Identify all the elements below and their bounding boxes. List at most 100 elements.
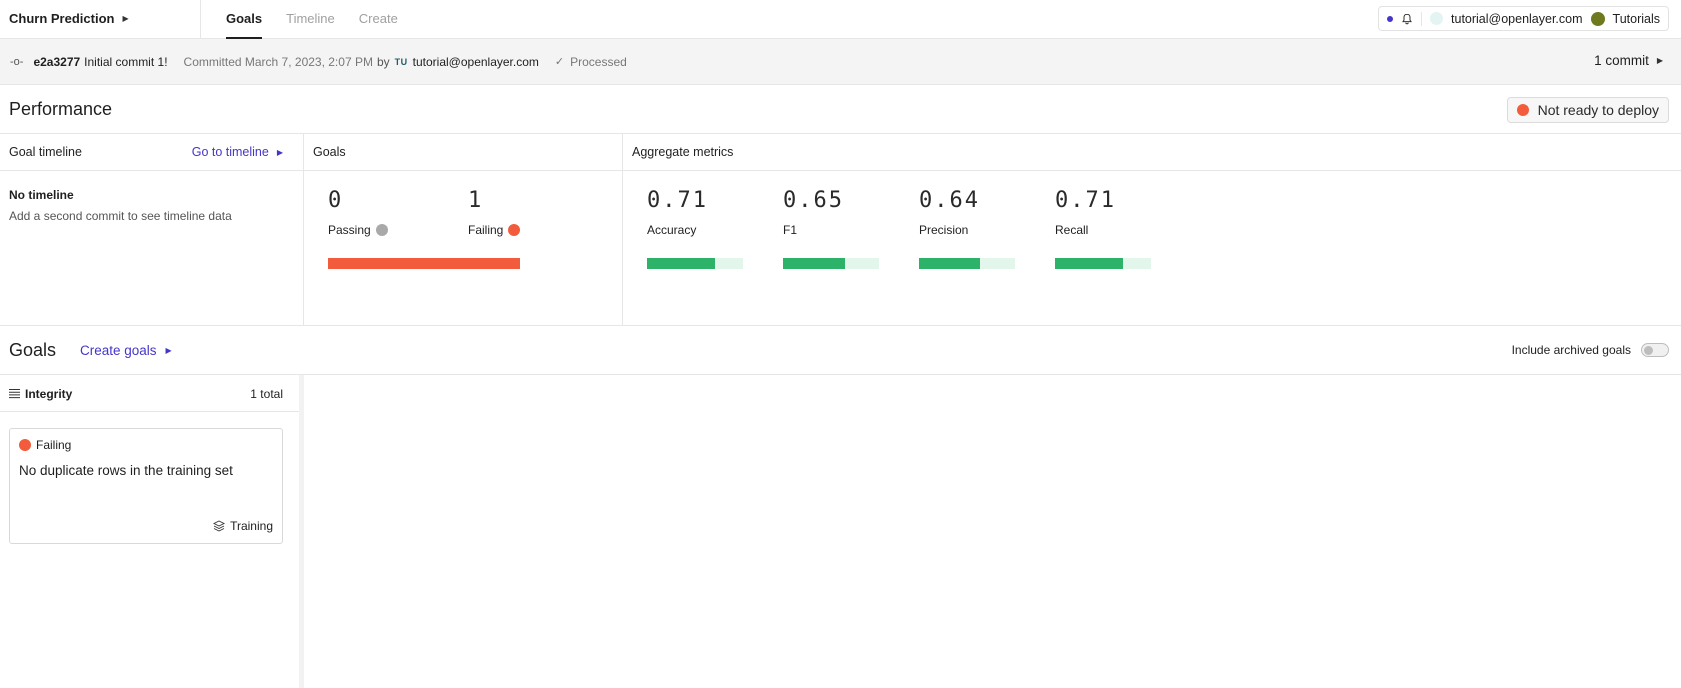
goal-dataset-tag: Training bbox=[213, 519, 273, 533]
commit-message: Initial commit 1! bbox=[84, 54, 168, 69]
tab-goals[interactable]: Goals bbox=[226, 0, 263, 39]
passing-dot-icon bbox=[375, 224, 388, 236]
passing-count: 0 bbox=[328, 188, 343, 213]
failing-stat: 1 Failing bbox=[468, 188, 521, 237]
commit-status: Processed bbox=[570, 54, 627, 69]
metric-bar-fill bbox=[783, 258, 846, 269]
list-icon bbox=[9, 389, 20, 399]
panel-header: Goals bbox=[304, 134, 622, 171]
category-total: 1 total bbox=[250, 387, 283, 401]
go-to-timeline-link[interactable]: Go to timeline ▶ bbox=[192, 145, 283, 159]
project-selector[interactable]: Churn Prediction ▶ bbox=[9, 11, 129, 26]
metric-label: F1 bbox=[783, 223, 798, 237]
passing-label: Passing bbox=[328, 223, 371, 237]
goals-section-header: Goals Create goals ▶ Include archived go… bbox=[0, 325, 1681, 375]
tab-bar: Goals Timeline Create bbox=[226, 0, 398, 39]
user-avatar bbox=[1430, 12, 1444, 25]
deploy-status-badge: Not ready to deploy bbox=[1506, 97, 1669, 123]
empty-state-title: No timeline bbox=[9, 188, 74, 202]
divider bbox=[1421, 11, 1423, 26]
commit-date: Committed March 7, 2023, 2:07 PM bbox=[183, 54, 373, 69]
performance-header: Performance Not ready to deploy bbox=[0, 85, 1681, 134]
aggregate-metrics-title: Aggregate metrics bbox=[632, 145, 734, 159]
caret-right-icon: ▶ bbox=[165, 346, 172, 355]
goal-status-label: Failing bbox=[36, 438, 72, 452]
archived-goals-toggle[interactable] bbox=[1641, 343, 1669, 357]
workspace-name[interactable]: Tutorials bbox=[1613, 12, 1660, 26]
archived-goals-label: Include archived goals bbox=[1511, 343, 1631, 357]
failing-label: Failing bbox=[468, 223, 504, 237]
failing-count: 1 bbox=[468, 188, 483, 213]
performance-title: Performance bbox=[9, 99, 113, 119]
create-goals-label: Create goals bbox=[80, 343, 157, 358]
goal-status: Failing bbox=[19, 438, 71, 452]
commit-author: tutorial@openlayer.com bbox=[412, 54, 539, 69]
notification-dot-icon bbox=[1387, 15, 1394, 22]
archived-goals-toggle-group: Include archived goals bbox=[1512, 343, 1669, 357]
aggregate-metrics-panel: Aggregate metrics 0.71 Accuracy 0.65 F1 … bbox=[623, 134, 1681, 325]
metric-bar bbox=[919, 258, 1015, 269]
metric-label: Accuracy bbox=[647, 223, 697, 237]
commit-hash[interactable]: e2a3277 bbox=[33, 55, 80, 69]
user-email[interactable]: tutorial@openlayer.com bbox=[1451, 12, 1583, 26]
metric-value: 0.71 bbox=[1055, 188, 1116, 213]
layers-icon bbox=[213, 520, 226, 532]
create-goals-link[interactable]: Create goals ▶ bbox=[80, 343, 172, 358]
metric-bar bbox=[647, 258, 743, 269]
commit-count-button[interactable]: 1 commit ▶ bbox=[1594, 53, 1663, 68]
project-name: Churn Prediction bbox=[9, 11, 115, 26]
metric-f1: 0.65 F1 bbox=[783, 188, 844, 237]
metric-bar bbox=[783, 258, 879, 269]
check-icon: ✓ bbox=[554, 56, 565, 68]
status-dot-icon bbox=[1516, 104, 1529, 116]
failing-dot-icon bbox=[508, 224, 521, 236]
top-nav: Churn Prediction ▶ Goals Timeline Create… bbox=[0, 0, 1681, 39]
commit-icon: -o- bbox=[10, 55, 24, 68]
goal-dataset-label: Training bbox=[230, 519, 273, 533]
caret-right-icon: ▶ bbox=[1656, 56, 1663, 65]
metric-label: Precision bbox=[919, 223, 969, 237]
panel-header: Aggregate metrics bbox=[623, 134, 1681, 171]
passing-stat: 0 Passing bbox=[328, 188, 388, 237]
failing-dot-icon bbox=[19, 439, 31, 451]
goal-card[interactable]: Failing No duplicate rows in the trainin… bbox=[9, 428, 283, 544]
commit-count-label: 1 commit bbox=[1594, 53, 1649, 68]
caret-right-icon: ▶ bbox=[276, 147, 283, 157]
caret-right-icon: ▶ bbox=[122, 14, 129, 23]
bell-icon[interactable] bbox=[1401, 13, 1413, 25]
tab-create[interactable]: Create bbox=[359, 0, 398, 39]
metric-value: 0.64 bbox=[919, 188, 980, 213]
goals-title: Goals bbox=[9, 340, 57, 360]
goals-summary-panel: Goals 0 Passing 1 Failing bbox=[304, 134, 623, 325]
tab-timeline[interactable]: Timeline bbox=[286, 0, 335, 39]
divider bbox=[200, 0, 201, 39]
metric-bar-fill bbox=[1055, 258, 1124, 269]
category-header[interactable]: Integrity 1 total bbox=[0, 375, 303, 412]
metric-bar-fill bbox=[919, 258, 981, 269]
goal-status-bar bbox=[328, 258, 520, 269]
metric-bar-fill bbox=[647, 258, 716, 269]
goal-title: No duplicate rows in the training set bbox=[19, 463, 233, 478]
goals-summary-title: Goals bbox=[313, 145, 346, 159]
goal-timeline-title: Goal timeline bbox=[9, 145, 82, 159]
empty-state-subtitle: Add a second commit to see timeline data bbox=[9, 209, 232, 223]
toggle-knob bbox=[1644, 346, 1653, 355]
author-initials: TU bbox=[394, 56, 408, 67]
category-label: Integrity bbox=[25, 387, 73, 401]
deploy-status-label: Not ready to deploy bbox=[1537, 102, 1659, 118]
panel-header: Goal timeline Go to timeline ▶ bbox=[0, 134, 303, 171]
metric-bar bbox=[1055, 258, 1151, 269]
goals-category-list: Integrity 1 total Failing No duplicate r… bbox=[0, 375, 304, 688]
metric-accuracy: 0.71 Accuracy bbox=[647, 188, 708, 237]
metric-precision: 0.64 Precision bbox=[919, 188, 980, 237]
metric-value: 0.65 bbox=[783, 188, 844, 213]
commit-by: by bbox=[376, 54, 390, 69]
metric-label: Recall bbox=[1055, 223, 1089, 237]
commit-bar: -o- e2a3277 Initial commit 1! Committed … bbox=[0, 39, 1681, 85]
goal-timeline-panel: Goal timeline Go to timeline ▶ No timeli… bbox=[0, 134, 304, 325]
workspace-avatar bbox=[1590, 11, 1605, 26]
metric-value: 0.71 bbox=[647, 188, 708, 213]
user-menu[interactable]: tutorial@openlayer.com Tutorials bbox=[1378, 6, 1669, 31]
go-to-timeline-label: Go to timeline bbox=[191, 145, 269, 159]
metric-recall: 0.71 Recall bbox=[1055, 188, 1116, 237]
